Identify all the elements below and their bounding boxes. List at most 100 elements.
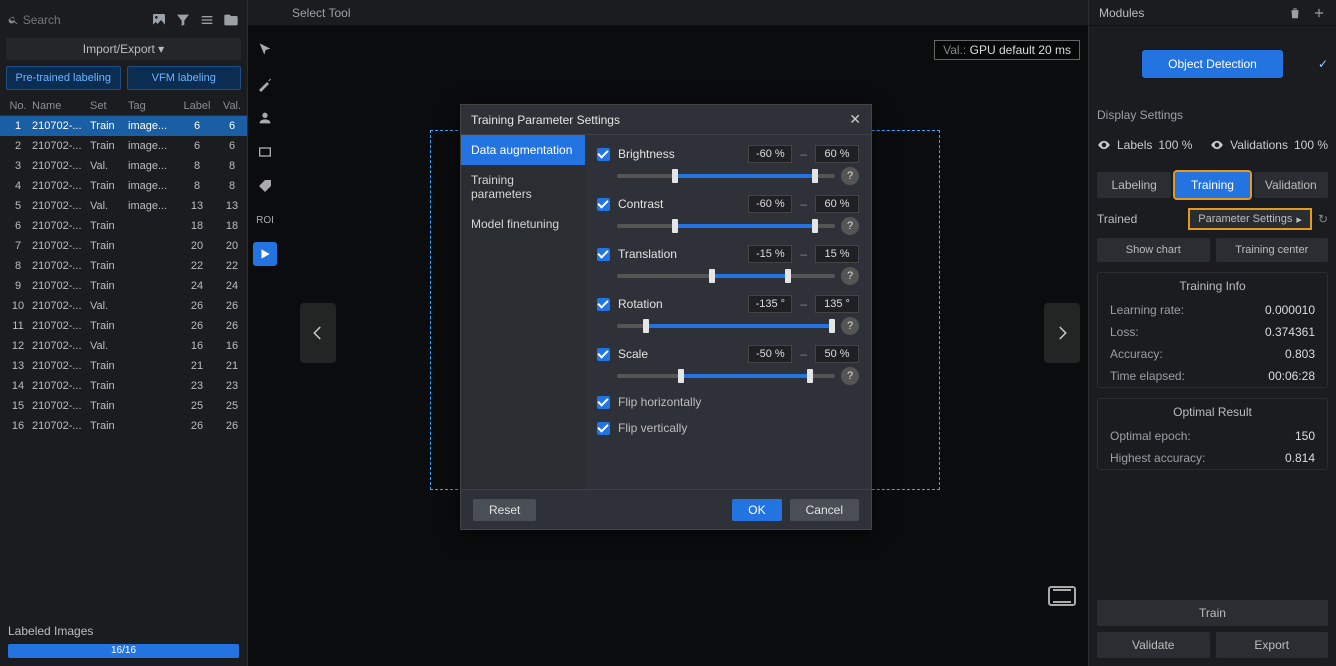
pretrained-labeling-button[interactable]: Pre-trained labeling <box>6 66 121 90</box>
table-row[interactable]: 1210702-...Trainimage...66 <box>0 116 247 136</box>
prev-image-button[interactable] <box>300 303 336 363</box>
table-row[interactable]: 7210702-...Train2020 <box>0 236 247 256</box>
range-slider[interactable] <box>617 374 835 378</box>
validations-pct: 100 % <box>1294 138 1328 152</box>
col-label[interactable]: Label <box>178 100 216 112</box>
aug-lo-value[interactable]: -135 ° <box>748 295 792 313</box>
help-icon[interactable]: ? <box>841 167 859 185</box>
hacc-key: Highest accuracy: <box>1110 451 1205 465</box>
eye-icon[interactable] <box>1097 138 1111 152</box>
checkbox[interactable] <box>597 348 610 361</box>
lr-val: 0.000010 <box>1265 303 1315 317</box>
range-slider[interactable] <box>617 324 835 328</box>
labeled-images-label: Labeled Images <box>8 624 239 638</box>
table-row[interactable]: 4210702-...Trainimage...88 <box>0 176 247 196</box>
table-row[interactable]: 6210702-...Train1818 <box>0 216 247 236</box>
col-set[interactable]: Set <box>90 100 128 112</box>
eye-icon[interactable] <box>1210 138 1224 152</box>
checkbox[interactable] <box>597 396 610 409</box>
table-row[interactable]: 3210702-...Val.image...88 <box>0 156 247 176</box>
modal-tab-augmentation[interactable]: Data augmentation <box>461 135 585 165</box>
range-slider[interactable] <box>617 224 835 228</box>
table-row[interactable]: 14210702-...Train2323 <box>0 376 247 396</box>
cancel-button[interactable]: Cancel <box>790 499 859 521</box>
aug-lo-value[interactable]: -50 % <box>748 345 792 363</box>
help-icon[interactable]: ? <box>841 367 859 385</box>
aug-lo-value[interactable]: -15 % <box>748 245 792 263</box>
help-icon[interactable]: ? <box>841 217 859 235</box>
modal-tab-parameters[interactable]: Training parameters <box>461 165 585 209</box>
checkbox[interactable] <box>597 148 610 161</box>
vfm-labeling-button[interactable]: VFM labeling <box>127 66 242 90</box>
table-row[interactable]: 15210702-...Train2525 <box>0 396 247 416</box>
next-image-button[interactable] <box>1044 303 1080 363</box>
aug-lo-value[interactable]: -60 % <box>748 195 792 213</box>
show-chart-button[interactable]: Show chart <box>1097 238 1210 262</box>
search-input[interactable] <box>23 13 143 27</box>
user-tool-icon[interactable] <box>253 106 277 130</box>
left-panel: Import/Export ▾ Pre-trained labeling VFM… <box>0 26 248 666</box>
aug-label: Contrast <box>618 197 740 211</box>
col-name[interactable]: Name <box>32 100 90 112</box>
progress-text: 16/16 <box>8 644 239 658</box>
trash-icon[interactable] <box>1288 6 1302 20</box>
modal-tab-finetuning[interactable]: Model finetuning <box>461 209 585 239</box>
refresh-icon[interactable]: ↻ <box>1318 212 1328 226</box>
aug-lo-value[interactable]: -60 % <box>748 145 792 163</box>
close-icon[interactable]: ✕ <box>849 111 861 128</box>
table-row[interactable]: 11210702-...Train2626 <box>0 316 247 336</box>
table-row[interactable]: 8210702-...Train2222 <box>0 256 247 276</box>
training-center-button[interactable]: Training center <box>1216 238 1329 262</box>
validations-text: Validations <box>1230 138 1288 152</box>
range-slider[interactable] <box>617 174 835 178</box>
table-row[interactable]: 5210702-...Val.image...1313 <box>0 196 247 216</box>
table-row[interactable]: 12210702-...Val.1616 <box>0 336 247 356</box>
reset-button[interactable]: Reset <box>473 499 536 521</box>
table-row[interactable]: 13210702-...Train2121 <box>0 356 247 376</box>
aug-hi-value[interactable]: 50 % <box>815 345 859 363</box>
tab-labeling[interactable]: Labeling <box>1097 172 1171 198</box>
progress-bar: 16/16 <box>8 644 239 658</box>
aug-hi-value[interactable]: 60 % <box>815 195 859 213</box>
lr-key: Learning rate: <box>1110 303 1184 317</box>
aug-hi-value[interactable]: 15 % <box>815 245 859 263</box>
pointer-tool-icon[interactable] <box>253 38 277 62</box>
col-tag[interactable]: Tag <box>128 100 178 112</box>
checkbox[interactable] <box>597 198 610 211</box>
tag-tool-icon[interactable] <box>253 174 277 198</box>
tab-training[interactable]: Training <box>1175 172 1249 198</box>
rect-tool-icon[interactable] <box>253 140 277 164</box>
ok-button[interactable]: OK <box>732 499 781 521</box>
roi-tool[interactable]: ROI <box>253 208 277 232</box>
table-header[interactable]: No. Name Set Tag Label Val. <box>0 96 247 116</box>
tab-validation[interactable]: Validation <box>1254 172 1328 198</box>
labels-pct: 100 % <box>1158 138 1192 152</box>
col-val[interactable]: Val. <box>216 100 248 112</box>
keyboard-icon[interactable] <box>1048 586 1076 606</box>
table-row[interactable]: 10210702-...Val.2626 <box>0 296 247 316</box>
play-tool-icon[interactable] <box>253 242 277 266</box>
table-row[interactable]: 2210702-...Trainimage...66 <box>0 136 247 156</box>
aug-hi-value[interactable]: 60 % <box>815 145 859 163</box>
wand-tool-icon[interactable] <box>253 72 277 96</box>
display-settings-title: Display Settings <box>1097 108 1328 122</box>
help-icon[interactable]: ? <box>841 317 859 335</box>
aug-hi-value[interactable]: 135 ° <box>815 295 859 313</box>
table-row[interactable]: 16210702-...Train2626 <box>0 416 247 436</box>
checkbox[interactable] <box>597 422 610 435</box>
parameter-settings-button[interactable]: Parameter Settings▸ <box>1188 208 1312 230</box>
train-button[interactable]: Train <box>1097 600 1328 626</box>
modal-title: Training Parameter Settings <box>471 113 620 127</box>
col-no[interactable]: No. <box>4 100 32 112</box>
table-row[interactable]: 9210702-...Train2424 <box>0 276 247 296</box>
checkbox[interactable] <box>597 298 610 311</box>
help-icon[interactable]: ? <box>841 267 859 285</box>
range-slider[interactable] <box>617 274 835 278</box>
module-object-detection[interactable]: Object Detection <box>1142 50 1283 78</box>
plus-icon[interactable] <box>1312 6 1326 20</box>
validate-button[interactable]: Validate <box>1097 632 1210 658</box>
export-button[interactable]: Export <box>1216 632 1329 658</box>
modules-title: Modules <box>1099 6 1144 20</box>
checkbox[interactable] <box>597 248 610 261</box>
import-export-button[interactable]: Import/Export ▾ <box>6 38 241 60</box>
